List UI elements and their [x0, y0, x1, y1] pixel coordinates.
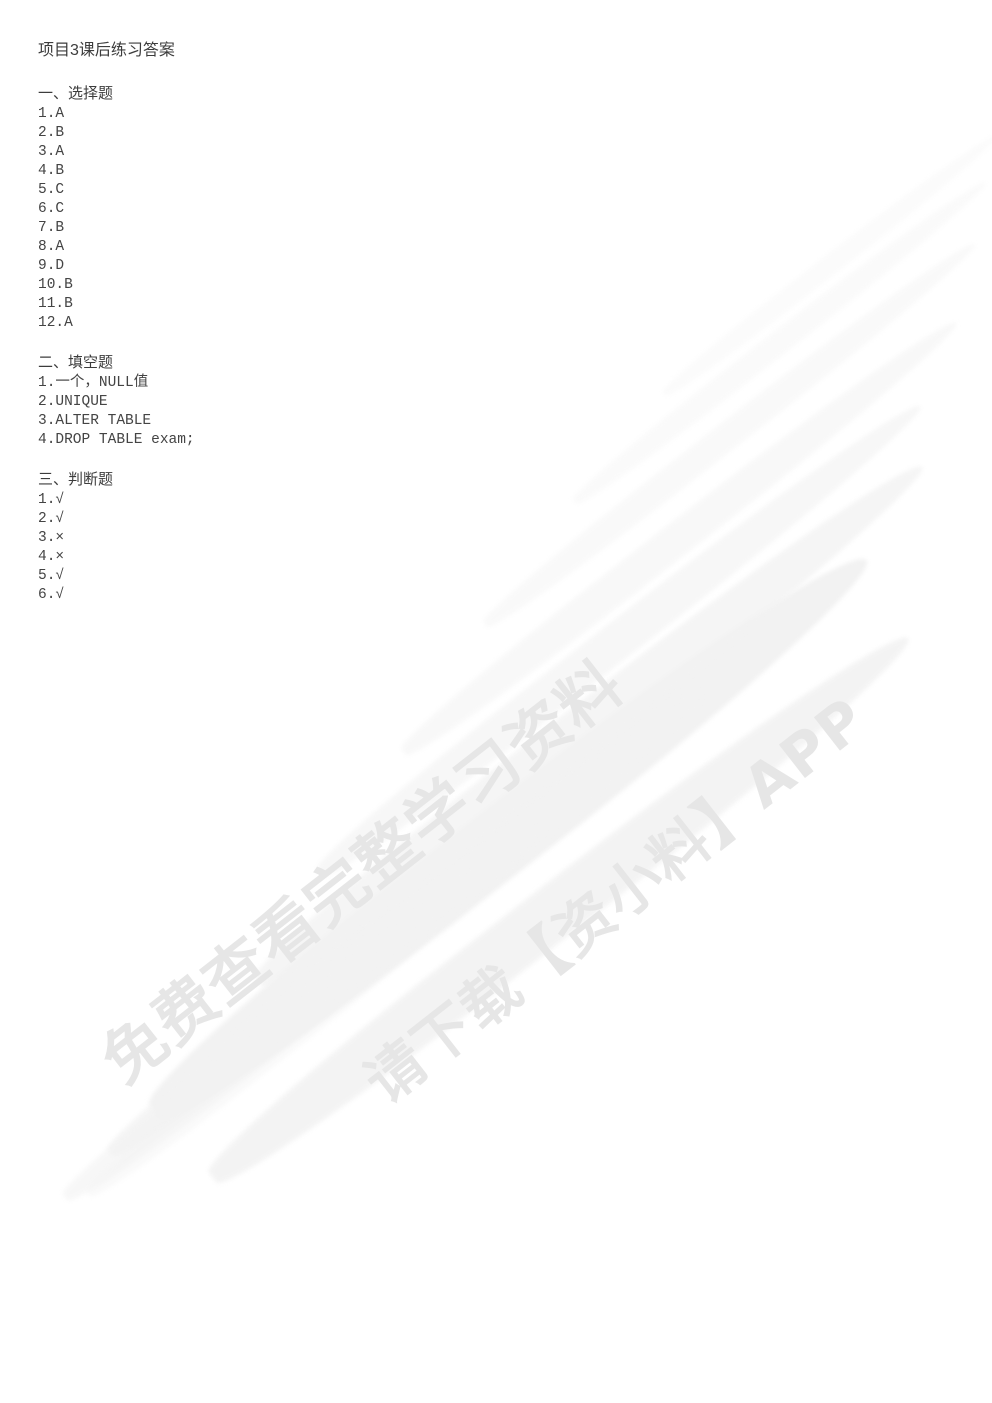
list-item: 3.× [38, 530, 65, 546]
brush-stroke [80, 901, 460, 1205]
list-item: 1.√ [38, 492, 65, 508]
list-item: 3.A [38, 144, 65, 160]
list-item: 10.B [38, 277, 73, 293]
list-item: 1.一个，NULL值 [38, 375, 149, 391]
list-item: 11.B [38, 296, 73, 312]
section-heading: 二、填空题 [38, 354, 114, 371]
list-item: 2.UNIQUE [38, 394, 108, 410]
brush-stroke [55, 802, 565, 1212]
section-fill-in-blank: 二、填空题 1.一个，NULL值 2.UNIQUE 3.ALTER TABLE … [38, 353, 992, 450]
document-page: 免费查看完整学习资料 请下载【资小料】APP 项目3课后练习答案 一、选择题 1… [0, 0, 992, 1403]
section-heading: 三、判断题 [38, 471, 114, 488]
list-item: 6.√ [38, 587, 65, 603]
list-item: 4.× [38, 549, 65, 565]
list-item: 1.A [38, 106, 65, 122]
brush-stroke [133, 530, 887, 1140]
list-item: 6.C [38, 201, 65, 217]
answer-list: 1.A 2.B 3.A 4.B 5.C 6.C 7.B 8.A 9.D 10.B… [38, 105, 992, 333]
page-title: 项目3课后练习答案 [38, 42, 175, 59]
section-multiple-choice: 一、选择题 1.A 2.B 3.A 4.B 5.C 6.C 7.B 8.A 9.… [38, 84, 992, 333]
answer-list: 1.√ 2.√ 3.× 4.× 5.√ 6.√ [38, 491, 992, 605]
answer-list: 1.一个，NULL值 2.UNIQUE 3.ALTER TABLE 4.DROP… [38, 374, 992, 450]
list-item: 7.B [38, 220, 65, 236]
watermark-text-line-2: 请下载【资小料】APP [352, 683, 880, 1117]
list-item: 9.D [38, 258, 65, 274]
list-item: 12.A [38, 315, 73, 331]
brush-stroke [196, 614, 924, 1201]
list-item: 2.B [38, 125, 65, 141]
section-true-false: 三、判断题 1.√ 2.√ 3.× 4.× 5.√ 6.√ [38, 470, 992, 605]
list-item: 3.ALTER TABLE [38, 413, 152, 429]
list-item: 4.B [38, 163, 65, 179]
list-item: 2.√ [38, 511, 65, 527]
list-item: 5.C [38, 182, 65, 198]
document-content: 项目3课后练习答案 一、选择题 1.A 2.B 3.A 4.B 5.C 6.C … [0, 0, 992, 605]
brush-stroke [98, 670, 722, 1170]
list-item: 5.√ [38, 568, 65, 584]
list-item: 4.DROP TABLE exam; [38, 432, 195, 448]
section-heading: 一、选择题 [38, 85, 114, 102]
list-item: 8.A [38, 239, 65, 255]
watermark-text-line-1: 免费查看完整学习资料 [88, 646, 638, 1098]
